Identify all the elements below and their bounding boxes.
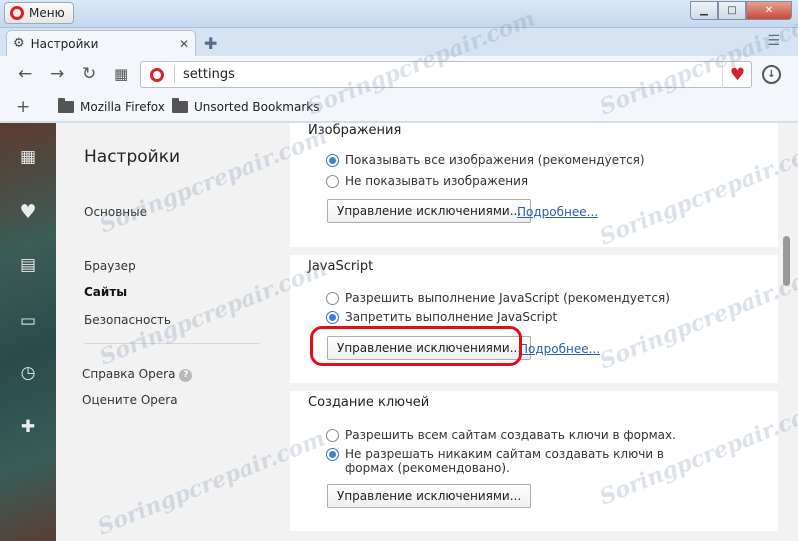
javascript-more-link[interactable]: Подробнее... [519, 342, 600, 356]
bookmark-folder-unsorted[interactable]: Unsorted Bookmarks [172, 98, 320, 114]
sidebar-item-sites[interactable]: Сайты [84, 285, 127, 299]
close-window-button[interactable]: ✕ [746, 1, 792, 20]
heart-sidebar-icon[interactable]: ♥ [0, 201, 56, 223]
new-tab-button[interactable]: ✚ [204, 34, 217, 53]
opera-logo-icon [150, 67, 164, 82]
speed-dial-sidebar-icon[interactable]: ▦ [0, 147, 56, 167]
tab-bar: ⚙ Настройки ✕ ✚ ☰ [0, 28, 798, 56]
radio-show-images[interactable]: Показывать все изображения (рекомендуетс… [326, 153, 645, 167]
opera-logo-icon [10, 6, 24, 20]
bookmark-heart-icon[interactable]: ♥ [722, 61, 752, 88]
close-tab-icon[interactable]: ✕ [179, 37, 189, 51]
sidebar-divider [84, 343, 260, 344]
radio-button[interactable] [326, 175, 339, 188]
side-icon-strip: ▦ ♥ ▤ ▭ ◷ ✚ [0, 123, 56, 541]
radio-button-checked[interactable] [326, 311, 339, 324]
radio-label: Разрешить всем сайтам создавать ключи в … [345, 428, 676, 442]
bookmarks-bar: + Mozilla Firefox Unsorted Bookmarks [0, 92, 798, 122]
keygen-manage-exceptions-button[interactable]: Управление исключениями... [327, 484, 532, 508]
radio-allow-javascript[interactable]: Разрешить выполнение JavaScript (рекомен… [326, 291, 670, 305]
title-bar: Меню ▁ □ ✕ [0, 0, 798, 28]
sidebar-item-browser[interactable]: Браузер [84, 259, 136, 273]
radio-button[interactable] [326, 429, 339, 442]
radio-label: Показывать все изображения (рекомендуетс… [345, 153, 645, 167]
scroll-thumb[interactable] [783, 236, 790, 286]
menu-label: Меню [29, 6, 65, 20]
settings-sidebar: Настройки Основные Браузер Сайты Безопас… [56, 123, 290, 541]
tab-title: Настройки [30, 36, 99, 51]
radio-button[interactable] [326, 292, 339, 305]
bookmark-folder-mozilla-firefox[interactable]: Mozilla Firefox [58, 98, 165, 114]
images-manage-exceptions-button[interactable]: Управление исключениями... [327, 199, 532, 223]
radio-label: Запретить выполнение JavaScript [345, 310, 558, 324]
images-more-link[interactable]: Подробнее... [517, 205, 598, 219]
folder-icon [172, 98, 188, 113]
news-icon[interactable]: ▤ [0, 255, 56, 275]
forward-button[interactable]: → [50, 64, 64, 84]
sidebar-item-security[interactable]: Безопасность [84, 313, 171, 327]
images-section: Изображения Показывать все изображения (… [290, 123, 778, 247]
add-bookmark-button[interactable]: + [16, 97, 30, 117]
history-clock-icon[interactable]: ◷ [0, 363, 56, 383]
radio-button-checked[interactable] [326, 448, 339, 461]
radio-allow-keygen[interactable]: Разрешить всем сайтам создавать ключи в … [326, 428, 676, 442]
speed-dial-icon[interactable]: ▦ [114, 65, 128, 83]
radio-block-javascript[interactable]: Запретить выполнение JavaScript [326, 310, 557, 324]
keygen-section: Создание ключей Разрешить всем сайтам со… [290, 391, 778, 531]
folder-icon [58, 98, 74, 113]
radio-label: Разрешить выполнение JavaScript (рекомен… [345, 291, 670, 305]
extensions-puzzle-icon[interactable]: ✚ [0, 417, 56, 437]
settings-content: Изображения Показывать все изображения (… [290, 123, 778, 541]
radio-label: Не показывать изображения [345, 174, 529, 188]
back-button[interactable]: ← [18, 64, 32, 84]
tab-menu-icon[interactable]: ☰ [767, 33, 780, 49]
radio-hide-images[interactable]: Не показывать изображения [326, 174, 528, 188]
red-highlight-outline [310, 326, 522, 366]
window-controls: ▁ □ ✕ [690, 1, 792, 20]
sidebar-item-help[interactable]: Справка Opera? [82, 367, 193, 382]
minimize-button[interactable]: ▁ [690, 1, 718, 20]
content-scrollbar[interactable] [778, 123, 798, 541]
images-title: Изображения [308, 123, 402, 138]
settings-title: Настройки [84, 147, 181, 167]
opera-menu-button[interactable]: Меню [4, 2, 74, 24]
keygen-title: Создание ключей [308, 395, 430, 410]
gear-icon: ⚙ [13, 36, 25, 51]
bookmark-label: Mozilla Firefox [80, 100, 165, 114]
help-icon: ? [179, 369, 193, 382]
radio-button-checked[interactable] [326, 154, 339, 167]
help-label: Справка Opera [82, 367, 176, 381]
sidebar-item-basic[interactable]: Основные [84, 205, 147, 219]
url-field[interactable]: settings [140, 61, 752, 88]
maximize-button[interactable]: □ [718, 1, 746, 20]
javascript-title: JavaScript [308, 259, 374, 274]
url-text: settings [183, 67, 235, 82]
tab-settings[interactable]: ⚙ Настройки ✕ [6, 30, 196, 56]
bookmark-label: Unsorted Bookmarks [194, 100, 320, 114]
devices-icon[interactable]: ▭ [0, 311, 56, 331]
radio-block-keygen[interactable]: Не разрешать никаким сайтам создавать кл… [326, 447, 716, 475]
radio-label: Не разрешать никаким сайтам создавать кл… [345, 447, 664, 475]
address-bar: ← → ↻ ▦ settings ♥ ↓ [0, 56, 798, 92]
sidebar-item-rate[interactable]: Оцените Opera [82, 393, 178, 407]
reload-button[interactable]: ↻ [82, 64, 96, 84]
download-icon[interactable]: ↓ [762, 65, 781, 84]
